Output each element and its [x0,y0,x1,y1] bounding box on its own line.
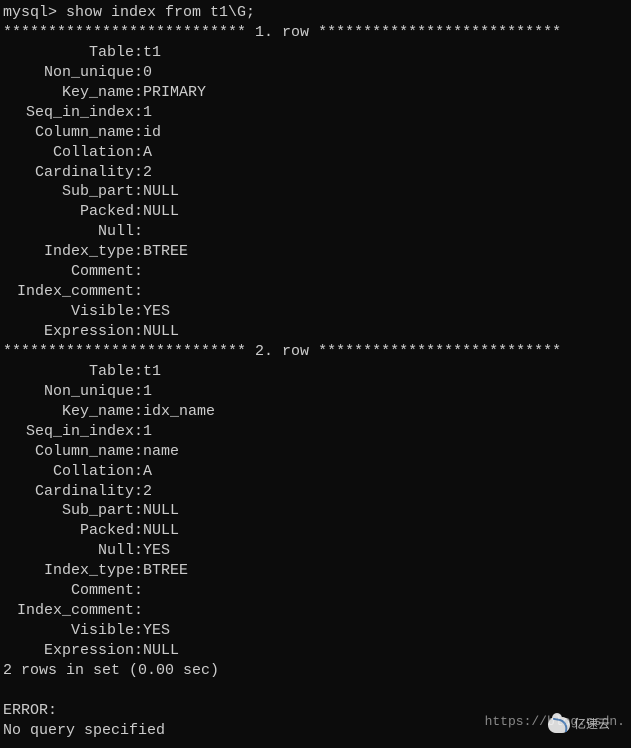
summary-line: 2 rows in set (0.00 sec) [3,661,628,681]
field-cardinality-2: Cardinality: 2 [3,482,628,502]
field-visible-1: Visible: YES [3,302,628,322]
field-key-name-2: Key_name: idx_name [3,402,628,422]
field-expression-1: Expression: NULL [3,322,628,342]
field-seq-in-index-2: Seq_in_index: 1 [3,422,628,442]
field-table-1: Table: t1 [3,43,628,63]
brand-text: 亿速云 [574,717,610,733]
command-text: show index from t1\G; [66,4,255,21]
field-seq-in-index-1: Seq_in_index: 1 [3,103,628,123]
field-index-comment-2: Index_comment: [3,601,628,621]
field-key-name-1: Key_name: PRIMARY [3,83,628,103]
row-divider-2: *************************** 2. row *****… [3,342,628,362]
field-comment-2: Comment: [3,581,628,601]
command-line[interactable]: mysql> show index from t1\G; [3,3,628,23]
field-sub-part-2: Sub_part: NULL [3,501,628,521]
watermark-logo: 亿速云 [529,710,629,740]
field-packed-1: Packed: NULL [3,202,628,222]
field-cardinality-1: Cardinality: 2 [3,163,628,183]
field-collation-1: Collation: A [3,143,628,163]
row-divider-1: *************************** 1. row *****… [3,23,628,43]
blank-line [3,681,628,701]
field-packed-2: Packed: NULL [3,521,628,541]
field-comment-1: Comment: [3,262,628,282]
field-index-type-1: Index_type: BTREE [3,242,628,262]
field-null-2: Null: YES [3,541,628,561]
field-collation-2: Collation: A [3,462,628,482]
field-column-name-2: Column_name: name [3,442,628,462]
field-non-unique-2: Non_unique: 1 [3,382,628,402]
field-non-unique-1: Non_unique: 0 [3,63,628,83]
field-expression-2: Expression: NULL [3,641,628,661]
field-sub-part-1: Sub_part: NULL [3,182,628,202]
mysql-prompt: mysql> [3,4,66,21]
cloud-icon [548,717,570,733]
field-visible-2: Visible: YES [3,621,628,641]
field-table-2: Table: t1 [3,362,628,382]
field-index-comment-1: Index_comment: [3,282,628,302]
field-null-1: Null: [3,222,628,242]
field-index-type-2: Index_type: BTREE [3,561,628,581]
field-column-name-1: Column_name: id [3,123,628,143]
